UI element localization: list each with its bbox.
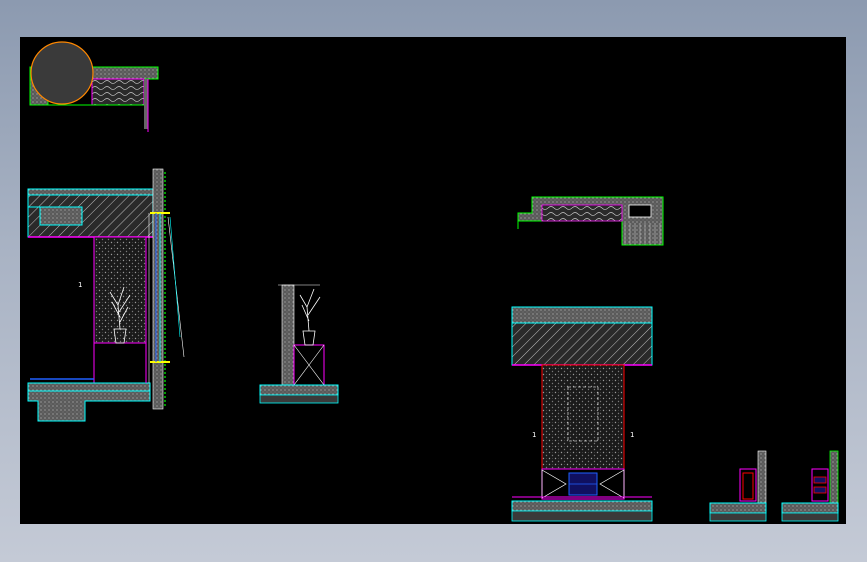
- plant-icon: [299, 288, 321, 346]
- planter-elevation: [259, 284, 339, 404]
- cad-canvas[interactable]: 1 1 1: [20, 37, 846, 524]
- left-wall-section: 1: [27, 168, 185, 422]
- small-elevation-b: [781, 450, 839, 522]
- cabinet-section-right: 1 1: [511, 306, 653, 522]
- section-mark-right-a: 1: [532, 431, 536, 439]
- section-mark-left: 1: [78, 281, 82, 289]
- section-mark-right-b: 1: [630, 431, 634, 439]
- detail-callout-top-left: [29, 41, 159, 132]
- cad-drawing: 1 1 1: [27, 41, 839, 522]
- ceiling-detail-right: [517, 196, 664, 246]
- detail-circle-marker: [30, 41, 94, 105]
- small-elevation-a: [709, 450, 767, 522]
